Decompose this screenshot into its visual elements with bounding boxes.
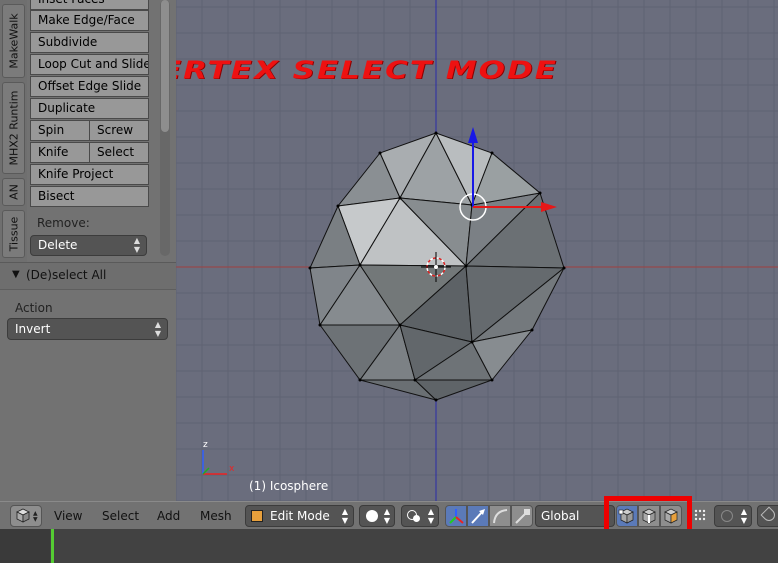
occlude-geometry-toggle[interactable] [690, 505, 712, 527]
scale-manipulator-button[interactable] [511, 505, 533, 527]
overlay-title: VERTEX SELECT MODE [134, 56, 558, 85]
mode-value: Edit Mode [270, 509, 330, 523]
updown-arrow-icon: ▲ ▼ [133, 236, 140, 254]
operator-title: (De)select All [26, 268, 107, 282]
mesh-vertex [464, 264, 468, 268]
tab-label: Tissue [7, 216, 20, 252]
loop-cut-button[interactable]: Loop Cut and Slide [30, 54, 149, 75]
subdivide-button[interactable]: Subdivide [30, 32, 149, 53]
manipulator-icon [449, 509, 464, 524]
snap-toggle[interactable] [757, 505, 778, 527]
axis-gizmo-icon: z x [202, 440, 235, 475]
mesh-vertex [538, 191, 542, 195]
orientation-value: Global [541, 509, 580, 523]
delete-value: Delete [38, 238, 78, 252]
mesh-vertex [358, 378, 362, 382]
tab-mhx2[interactable]: MHX2 Runtim [2, 82, 25, 174]
knife-select-button[interactable]: Select [89, 142, 149, 163]
mesh-vertex [470, 340, 474, 344]
mesh-vertex [434, 398, 438, 402]
scrollbar-thumb[interactable] [161, 0, 169, 132]
pivot-dot-icon [413, 515, 420, 522]
tab-makewalk[interactable]: MakeWalk [2, 4, 25, 78]
tab-label: MakeWalk [7, 13, 20, 69]
knife-project-button[interactable]: Knife Project [30, 164, 149, 185]
add-menu[interactable]: Add [157, 509, 180, 523]
tool-shelf: Inset Faces Make Edge/Face Subdivide Loo… [27, 0, 176, 262]
mesh-vertex [562, 266, 566, 270]
action-value: Invert [15, 322, 51, 336]
edit-mode-icon [251, 510, 263, 522]
timeline-left-region [0, 529, 50, 563]
timeline[interactable] [0, 529, 778, 563]
object-label: (1) Icosphere [249, 479, 329, 493]
cube-icon: ▲▼ [16, 508, 38, 523]
mesh-vertex [398, 196, 402, 200]
mesh-vertex [530, 328, 534, 332]
action-dropdown[interactable]: Invert ▲ ▼ [7, 318, 168, 340]
occlude-icon [694, 509, 706, 521]
axis-x-label: x [229, 464, 235, 474]
mesh-vertex [434, 131, 438, 135]
updown-arrow-icon: ▲ ▼ [427, 507, 434, 525]
translate-arrow-icon [471, 509, 485, 524]
mesh-vertex [413, 378, 417, 382]
mesh-vertex [308, 266, 312, 270]
inset-faces-button[interactable]: Inset Faces [30, 0, 149, 10]
view-menu[interactable]: View [54, 509, 82, 523]
transform-orientation-dropdown[interactable]: Global [535, 505, 615, 527]
mode-dropdown[interactable]: Edit Mode ▲ ▼ [245, 505, 354, 527]
scale-icon [515, 509, 530, 524]
manipulator-toggle[interactable] [445, 505, 467, 527]
svg-text:▼: ▼ [33, 516, 38, 523]
tab-tissue[interactable]: Tissue [2, 210, 25, 258]
current-frame-marker[interactable] [51, 529, 54, 563]
editor-type-button[interactable]: ▲ ▼ [10, 505, 42, 527]
delete-dropdown[interactable]: Delete ▲ ▼ [30, 235, 147, 256]
select-menu[interactable]: Select [102, 509, 139, 523]
rotate-arc-icon [493, 509, 508, 524]
mesh-vertex [358, 263, 362, 267]
axis-z-label: z [203, 440, 208, 450]
proportional-editing-dropdown[interactable]: ▲ ▼ [714, 505, 752, 527]
updown-arrow-icon: ▲ ▼ [740, 507, 747, 525]
viewport-shading-dropdown[interactable]: ▲ ▼ [359, 505, 395, 527]
mesh-vertex [318, 323, 322, 327]
updown-arrow-icon: ▲ ▼ [383, 507, 390, 525]
mesh-vertex [336, 204, 340, 208]
mesh-vertex [490, 151, 494, 155]
tab-an[interactable]: AN [2, 178, 25, 206]
z-arrow-icon [468, 127, 478, 143]
translate-manipulator-button[interactable] [467, 505, 489, 527]
offset-edge-slide-button[interactable]: Offset Edge Slide [30, 76, 149, 97]
mesh-vertex [398, 323, 402, 327]
magnet-icon [760, 506, 778, 524]
collapse-triangle-icon[interactable]: ▼ [12, 269, 20, 280]
x-arrow-icon [541, 202, 557, 212]
screw-button[interactable]: Screw [89, 120, 149, 141]
operator-panel: ▼ (De)select All Action Invert ▲ ▼ [0, 262, 176, 501]
operator-panel-header[interactable]: ▼ (De)select All [0, 263, 176, 290]
rotate-manipulator-button[interactable] [489, 505, 511, 527]
tab-label: MHX2 Runtim [7, 90, 20, 166]
duplicate-button[interactable]: Duplicate [30, 98, 149, 119]
solid-shading-icon [366, 510, 378, 522]
updown-arrow-icon: ▲ ▼ [154, 320, 161, 338]
tab-label: AN [7, 184, 20, 200]
bisect-button[interactable]: Bisect [30, 186, 149, 207]
knife-button[interactable]: Knife [30, 142, 90, 163]
make-edge-face-button[interactable]: Make Edge/Face [30, 10, 149, 31]
mesh-vertex [490, 378, 494, 382]
mesh-menu[interactable]: Mesh [200, 509, 232, 523]
mesh-vertex [378, 151, 382, 155]
tool-tabs: MakeWalk MHX2 Runtim AN Tissue [0, 0, 27, 262]
proportional-icon [721, 510, 733, 522]
spin-button[interactable]: Spin [30, 120, 90, 141]
remove-label: Remove: [37, 216, 90, 230]
pivot-point-dropdown[interactable]: ▲ ▼ [401, 505, 439, 527]
action-label: Action [15, 301, 53, 315]
updown-arrow-icon: ▲ ▼ [341, 507, 348, 525]
